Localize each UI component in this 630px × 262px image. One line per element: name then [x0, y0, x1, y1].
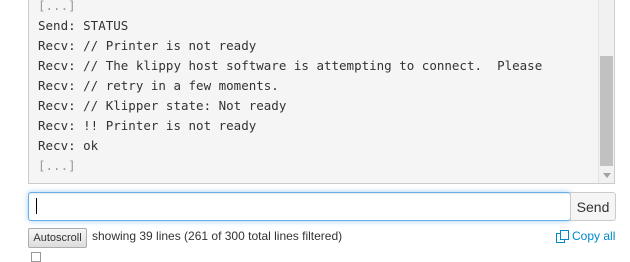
terminal-line: [...]	[38, 0, 76, 13]
filter-status-text: showing 39 lines (261 of 300 total lines…	[92, 229, 343, 243]
send-button[interactable]: Send	[570, 192, 616, 221]
terminal-line: Recv: ok	[38, 138, 99, 153]
terminal-scrollbar[interactable]	[598, 0, 614, 183]
autoscroll-button[interactable]: Autoscroll	[28, 228, 87, 248]
checkbox[interactable]	[31, 252, 41, 262]
copy-all-link[interactable]: Copy all	[556, 228, 615, 244]
terminal-line: Recv: // Printer is not ready	[38, 38, 257, 53]
copy-icon	[556, 229, 569, 243]
terminal-line: Recv: // Klipper state: Not ready	[38, 98, 287, 113]
terminal-line: Recv: // The klippy host software is att…	[38, 58, 543, 73]
terminal-line: Recv: !! Printer is not ready	[38, 118, 257, 133]
terminal-lines: [...] Send: STATUS Recv: // Printer is not…	[38, 0, 594, 176]
scrollbar-thumb[interactable]	[600, 56, 613, 166]
command-input[interactable]	[28, 192, 571, 221]
copy-all-label: Copy all	[572, 229, 616, 243]
terminal-line: Send: STATUS	[38, 18, 129, 33]
terminal-line: Recv: // retry in a few moments.	[38, 78, 279, 93]
terminal-output: [...] Send: STATUS Recv: // Printer is not…	[28, 0, 615, 184]
terminal-line: [...]	[38, 158, 76, 173]
text-caret	[36, 198, 37, 214]
scroll-down-arrow-icon[interactable]	[603, 173, 611, 178]
